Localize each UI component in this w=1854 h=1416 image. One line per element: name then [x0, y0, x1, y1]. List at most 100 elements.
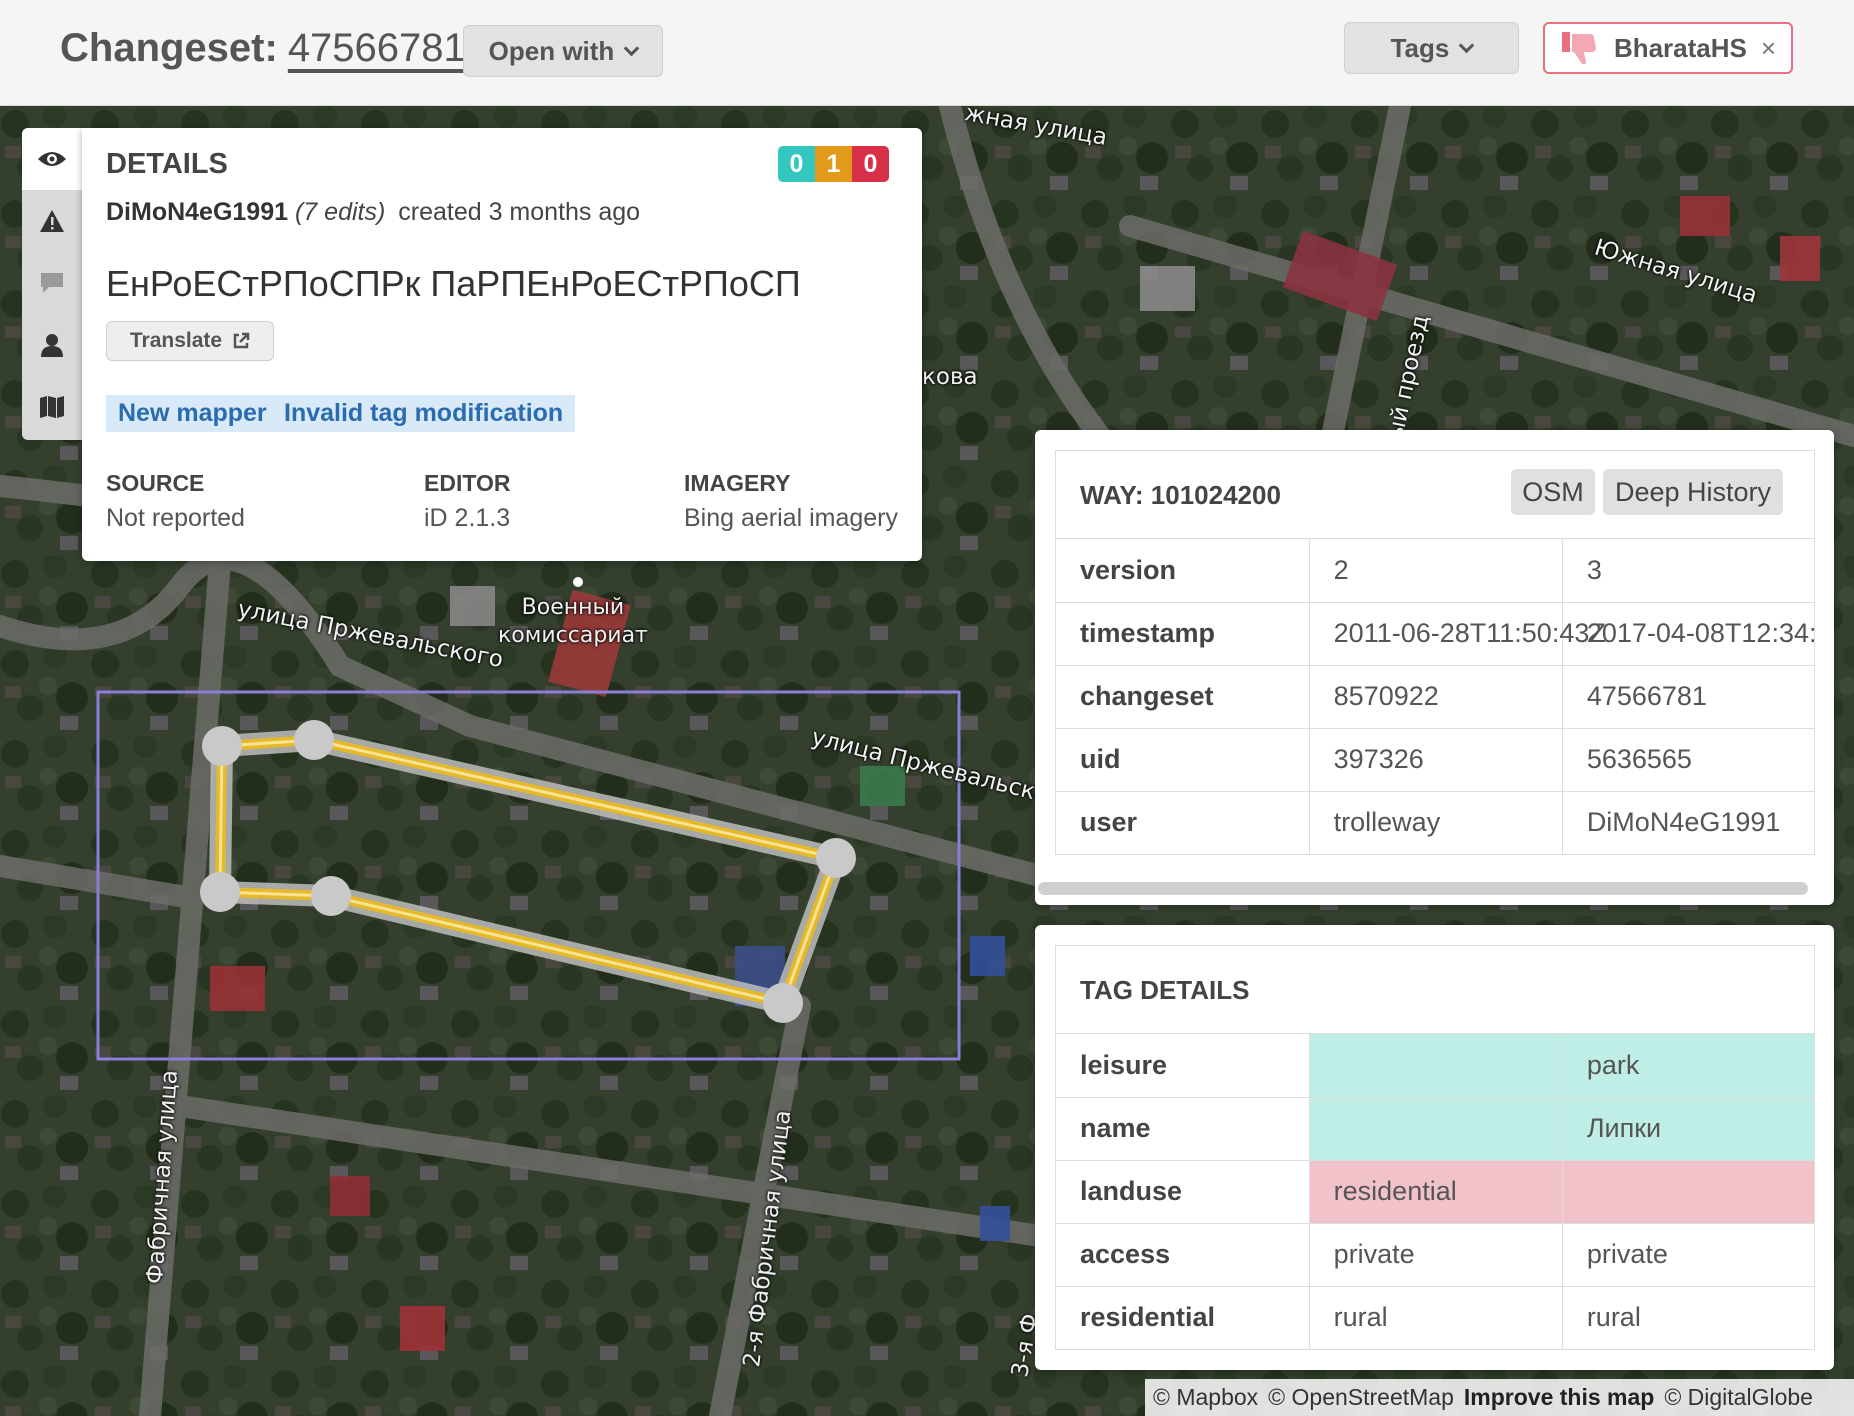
author-edit-count: (7 edits) — [294, 198, 386, 226]
changeset-comment: ЕнРоЕСтРПоСПРк ПаРПЕнРоЕСтРПоСП — [106, 263, 801, 304]
tag-new-value: rural — [1562, 1285, 1814, 1349]
editor-label: EDITOR — [424, 470, 511, 496]
external-link-icon — [233, 332, 250, 349]
source-label: SOURCE — [106, 470, 205, 496]
tag-diff-table: leisure park name Липки landuse resident… — [1056, 1034, 1814, 1349]
tag-new-value: private — [1562, 1222, 1814, 1286]
mapbox-attribution-link[interactable]: © Mapbox — [1153, 1384, 1258, 1411]
editor-value: iD 2.1.3 — [424, 504, 511, 532]
reviewer-badge-button[interactable]: BharataHS × — [1543, 22, 1793, 74]
tag-old-value — [1309, 1096, 1563, 1160]
tag-key: residential — [1056, 1285, 1310, 1349]
digitalglobe-attribution-link[interactable]: © DigitalGlobe — [1664, 1384, 1813, 1411]
row-new-value: 47566781 — [1562, 664, 1814, 728]
translate-button[interactable]: Translate — [106, 321, 274, 361]
flag-invalid-tag: Invalid tag modification — [272, 395, 576, 432]
eye-icon — [38, 152, 66, 166]
poi-dot — [573, 577, 583, 587]
translate-label: Translate — [129, 329, 223, 352]
chevron-down-icon — [624, 40, 640, 56]
tag-old-value — [1309, 1034, 1563, 1097]
open-with-label: Open with — [488, 35, 615, 66]
details-panel: DETAILS 0 1 0 DiMoN4eG1991 (7 edits) cre… — [82, 128, 922, 561]
way-title: WAY: 101024200 — [1080, 480, 1281, 510]
tags-button[interactable]: Tags — [1344, 22, 1519, 74]
author-name[interactable]: DiMoN4eG1991 — [106, 198, 288, 226]
top-bar: Changeset: 47566781 Open with Tags Bharat… — [0, 0, 1854, 106]
row-new-value: 5636565 — [1562, 727, 1814, 791]
tag-box: TAG DETAILS leisure park name Липки land… — [1055, 945, 1815, 1350]
table-row: version 2 3 — [1056, 539, 1814, 602]
tab-flags[interactable] — [22, 190, 82, 252]
imagery-value: Bing aerial imagery — [684, 504, 898, 532]
change-counts: 0 1 0 — [778, 146, 889, 182]
source-value: Not reported — [106, 504, 245, 532]
tab-user[interactable] — [22, 314, 82, 376]
tags-label: Tags — [1390, 32, 1450, 63]
osm-button[interactable]: OSM — [1511, 469, 1595, 515]
poi-label: Военный комиссариат — [498, 594, 648, 650]
row-new-value: 2017-04-08T12:34:05 — [1562, 601, 1814, 665]
table-row: user trolleway DiMoN4eG1991 — [1056, 790, 1814, 854]
way-box: WAY: 101024200 OSM Deep History version … — [1055, 450, 1815, 855]
row-old-value: 397326 — [1309, 727, 1563, 791]
tag-key: access — [1056, 1222, 1310, 1286]
changeset-label: Changeset: — [60, 26, 278, 70]
way-version-table: version 2 3 timestamp 2011-06-28T11:50:4… — [1056, 539, 1814, 854]
panel-tab-strip — [22, 128, 82, 440]
table-row: landuse residential — [1056, 1159, 1814, 1223]
tag-old-value: rural — [1309, 1285, 1563, 1349]
tag-key: landuse — [1056, 1159, 1310, 1223]
comment-icon — [41, 273, 63, 293]
table-row: leisure park — [1056, 1034, 1814, 1097]
user-icon — [41, 334, 63, 357]
osm-attribution-link[interactable]: © OpenStreetMap — [1268, 1384, 1454, 1411]
close-icon[interactable]: × — [1761, 33, 1776, 64]
map-attribution: © Mapbox © OpenStreetMap Improve this ma… — [1145, 1379, 1854, 1416]
row-new-value: DiMoN4eG1991 — [1562, 790, 1814, 854]
row-key: version — [1056, 539, 1310, 602]
row-key: timestamp — [1056, 601, 1310, 665]
map-icon — [40, 396, 64, 418]
tag-details-title: TAG DETAILS — [1080, 975, 1250, 1005]
thumbs-down-icon — [1561, 32, 1596, 65]
deep-history-button[interactable]: Deep History — [1603, 469, 1783, 515]
chevron-down-icon — [1459, 37, 1475, 53]
modified-count-badge: 1 — [815, 146, 852, 182]
created-count-badge: 0 — [778, 146, 815, 182]
tag-new-value: Липки — [1562, 1096, 1814, 1160]
tag-details-panel: TAG DETAILS leisure park name Липки land… — [1035, 925, 1834, 1370]
tag-key: leisure — [1056, 1034, 1310, 1097]
changeset-title: Changeset: 47566781 — [60, 26, 466, 71]
tab-map[interactable] — [22, 376, 82, 438]
tag-old-value: private — [1309, 1222, 1563, 1286]
open-with-button[interactable]: Open with — [463, 25, 663, 77]
row-old-value: 2011-06-28T11:50:43Z — [1309, 601, 1606, 665]
deleted-count-badge: 0 — [852, 146, 889, 182]
tag-new-value: park — [1562, 1034, 1814, 1097]
way-header: WAY: 101024200 OSM Deep History — [1056, 451, 1814, 539]
tab-discussion[interactable] — [22, 252, 82, 314]
row-old-value: trolleway — [1309, 790, 1563, 854]
table-row: uid 397326 5636565 — [1056, 727, 1814, 791]
street-label: кова — [922, 364, 978, 390]
row-old-value: 2 — [1309, 539, 1563, 602]
row-key: uid — [1056, 727, 1310, 791]
way-panel: WAY: 101024200 OSM Deep History version … — [1035, 430, 1834, 905]
tab-details[interactable] — [22, 128, 82, 190]
table-row: access private private — [1056, 1222, 1814, 1286]
horizontal-scrollbar[interactable] — [1038, 882, 1808, 895]
flag-new-mapper: New mapper — [106, 395, 279, 432]
row-old-value: 8570922 — [1309, 664, 1563, 728]
created-time: created 3 months ago — [398, 198, 641, 226]
row-key: changeset — [1056, 664, 1310, 728]
improve-map-link[interactable]: Improve this map — [1464, 1384, 1654, 1411]
tag-header: TAG DETAILS — [1056, 946, 1814, 1034]
tag-key: name — [1056, 1096, 1310, 1160]
table-row: timestamp 2011-06-28T11:50:43Z 2017-04-0… — [1056, 601, 1814, 665]
imagery-label: IMAGERY — [684, 470, 791, 496]
table-row: residential rural rural — [1056, 1285, 1814, 1349]
changeset-id-link[interactable]: 47566781 — [288, 26, 466, 70]
tag-new-value — [1562, 1159, 1814, 1223]
reviewer-name: BharataHS — [1613, 32, 1747, 63]
